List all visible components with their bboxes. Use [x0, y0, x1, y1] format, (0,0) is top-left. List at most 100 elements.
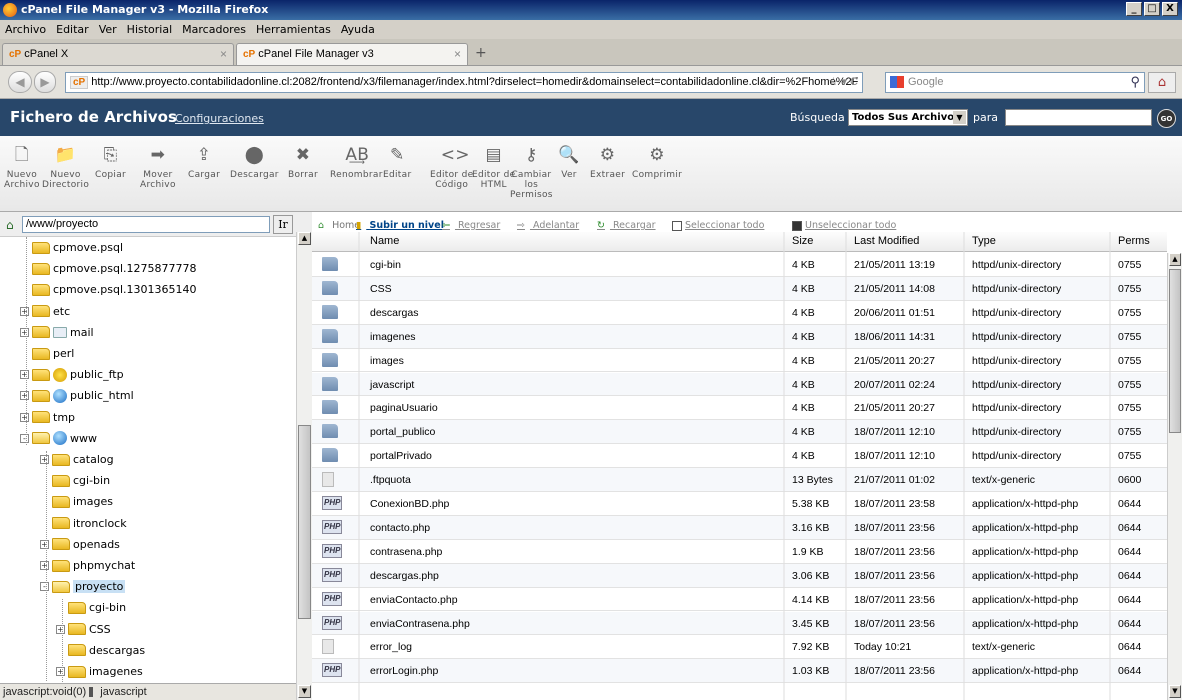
tree-scrollbar[interactable]: ▲ ▼ [296, 232, 312, 700]
menu-marcadores[interactable]: Marcadores [177, 20, 251, 36]
scroll-thumb[interactable] [298, 425, 311, 619]
table-row[interactable]: images 4 KB 21/05/2011 20:27 httpd/unix-dir… [312, 349, 1167, 373]
tree-item[interactable]: + openads [40, 534, 120, 555]
reload-link[interactable]: ↻ Recargar [597, 220, 661, 231]
tree-item[interactable]: cgi-bin [40, 470, 110, 491]
menu-historial[interactable]: Historial [122, 20, 177, 36]
table-row[interactable]: descargas 4 KB 20/06/2011 01:51 httpd/unix-… [312, 301, 1167, 325]
tree-item[interactable]: cgi-bin [56, 597, 126, 618]
table-row[interactable]: portalPrivado 4 KB 18/07/2011 12:10 httpd/u… [312, 444, 1167, 469]
expand-icon[interactable]: + [20, 327, 29, 337]
table-row[interactable]: javascript 4 KB 20/07/2011 02:24 httpd/unix… [312, 372, 1167, 397]
menu-ver[interactable]: Ver [94, 20, 122, 36]
unselect-all-link[interactable]: Unseleccionar todo [792, 220, 901, 231]
tree-item[interactable]: + mail [20, 322, 94, 343]
tree-item[interactable]: cpmove.psql [20, 237, 123, 258]
close-tab-icon[interactable]: × [220, 47, 227, 61]
tree-item[interactable]: perl [20, 343, 74, 364]
toolbar-button-4[interactable]: ⇪ Cargar [188, 144, 220, 180]
col-type[interactable]: Type [972, 235, 996, 247]
expand-icon[interactable]: + [20, 306, 29, 316]
close-tab-icon[interactable]: × [454, 47, 461, 61]
address-bar[interactable]: cP http://www.proyecto.contabilidadonline… [65, 72, 863, 93]
tree-item[interactable]: + etc [20, 301, 70, 322]
tree-item[interactable]: - www [20, 428, 97, 449]
go-path-button[interactable]: Ir [273, 215, 293, 234]
table-row[interactable]: CSS 4 KB 21/05/2011 14:08 httpd/unix-direct… [312, 276, 1167, 301]
expand-icon[interactable]: + [20, 391, 29, 401]
search-input[interactable] [1005, 109, 1152, 126]
table-row[interactable]: .ftpquota 13 Bytes 21/07/2011 01:02 text/x-… [312, 468, 1167, 492]
tree-item[interactable]: + phpmychat [40, 555, 135, 576]
scroll-down-icon[interactable]: ▼ [298, 685, 311, 698]
toolbar-button-6[interactable]: ✖ Borrar [288, 144, 318, 180]
expand-icon[interactable]: + [40, 455, 49, 464]
path-input[interactable]: /www/proyecto [22, 216, 270, 233]
toolbar-button-10[interactable]: ▤ Editor de HTML [472, 144, 515, 190]
toolbar-button-5[interactable]: ⬤ Descargar [230, 144, 279, 180]
maximize-button[interactable]: □ [1144, 2, 1160, 16]
toolbar-button-1[interactable]: 📁 Nuevo Directorio [42, 144, 89, 190]
home-icon[interactable]: ⌂ [1148, 72, 1176, 93]
table-row[interactable]: paginaUsuario 4 KB 21/05/2011 20:27 httpd/u… [312, 396, 1167, 421]
scroll-up-icon[interactable]: ▲ [1169, 253, 1181, 266]
toolbar-button-7[interactable]: A͢B Renombrar [330, 144, 383, 180]
select-all-link[interactable]: Seleccionar todo [672, 220, 769, 231]
toolbar-button-13[interactable]: ⚙ Extraer [590, 144, 625, 180]
go-button[interactable]: GO [1157, 109, 1176, 128]
col-name[interactable]: Name [370, 235, 399, 247]
browser-search-input[interactable]: Google ⚲ [885, 72, 1145, 93]
tree-item[interactable]: itronclock [40, 513, 127, 534]
toolbar-button-11[interactable]: ⚷ Cambiar los Permisos [510, 144, 553, 200]
table-row[interactable]: PHP enviaContacto.php 4.14 KB 18/07/2011 23… [312, 588, 1167, 612]
toolbar-button-9[interactable]: <> Editor de Código [430, 144, 473, 190]
scroll-up-icon[interactable]: ▲ [298, 232, 311, 245]
tree-item[interactable]: + public_html [20, 385, 134, 406]
settings-link[interactable]: Configuraciones [175, 112, 264, 125]
forward-link[interactable]: ⇨ Adelantar [517, 220, 584, 231]
table-row[interactable]: PHP contacto.php 3.16 KB 18/07/2011 23:56 ap… [312, 515, 1167, 540]
tab-cpanel-x[interactable]: cP cPanel X × [2, 43, 234, 65]
table-row[interactable]: PHP enviaContrasena.php 3.45 KB 18/07/2011 … [312, 611, 1167, 636]
table-row[interactable]: portal_publico 4 KB 18/07/2011 12:10 httpd/… [312, 420, 1167, 445]
table-row[interactable]: PHP errorLogin.php 1.03 KB 18/07/2011 23:56… [312, 659, 1167, 684]
search-icon[interactable]: ⚲ [1130, 74, 1140, 90]
scroll-down-icon[interactable]: ▼ [1169, 685, 1181, 698]
close-window-button[interactable]: X [1162, 2, 1178, 16]
expand-icon[interactable]: + [20, 370, 29, 380]
home-icon[interactable]: ⌂ [6, 218, 14, 232]
toolbar-button-3[interactable]: ➡ Mover Archivo [140, 144, 176, 190]
file-list-scrollbar[interactable]: ▲ ▼ [1167, 253, 1182, 700]
expand-icon[interactable]: + [56, 624, 65, 634]
menu-editar[interactable]: Editar [51, 20, 94, 36]
tree-item[interactable]: - proyecto [40, 576, 126, 597]
collapse-icon[interactable]: - [40, 582, 49, 592]
new-tab-button[interactable]: + [475, 45, 487, 61]
tree-item[interactable]: + tmp [20, 407, 75, 428]
table-row[interactable]: PHP contrasena.php 1.9 KB 18/07/2011 23:56 a… [312, 540, 1167, 564]
collapse-icon[interactable]: - [20, 433, 29, 443]
tab-file-manager[interactable]: cP cPanel File Manager v3 × [236, 43, 468, 65]
col-perms[interactable]: Perms [1118, 235, 1150, 247]
menu-herramientas[interactable]: Herramientas [251, 20, 336, 36]
scroll-thumb[interactable] [1169, 269, 1181, 433]
tree-item[interactable]: + public_ftp [20, 364, 124, 385]
tree-item[interactable]: + CSS [56, 619, 111, 640]
table-row[interactable]: cgi-bin 4 KB 21/05/2011 13:19 httpd/unix-di… [312, 253, 1167, 277]
tree-item[interactable]: images [40, 491, 113, 512]
forward-icon[interactable]: ▶ [34, 71, 56, 93]
tree-item[interactable]: + imagenes [56, 661, 143, 682]
tree-item[interactable]: cpmove.psql.1301365140 [20, 279, 196, 300]
tree-item[interactable]: descargas [56, 640, 145, 661]
back-link[interactable]: ⇦ Regresar [442, 220, 505, 231]
toolbar-button-14[interactable]: ⚙ Comprimir [632, 144, 682, 180]
menu-ayuda[interactable]: Ayuda [336, 20, 380, 36]
expand-icon[interactable]: + [20, 412, 29, 422]
toolbar-button-2[interactable]: ⎘ Copiar [95, 144, 126, 180]
table-row[interactable]: PHP ConexionBD.php 5.38 KB 18/07/2011 23:58… [312, 492, 1167, 516]
expand-icon[interactable]: + [40, 561, 49, 570]
col-size[interactable]: Size [792, 235, 813, 247]
table-row[interactable]: error_log 7.92 KB Today 10:21 text/x-generi… [312, 635, 1167, 660]
toolbar-button-12[interactable]: 🔍 Ver [558, 144, 580, 180]
col-modified[interactable]: Last Modified [854, 235, 919, 247]
